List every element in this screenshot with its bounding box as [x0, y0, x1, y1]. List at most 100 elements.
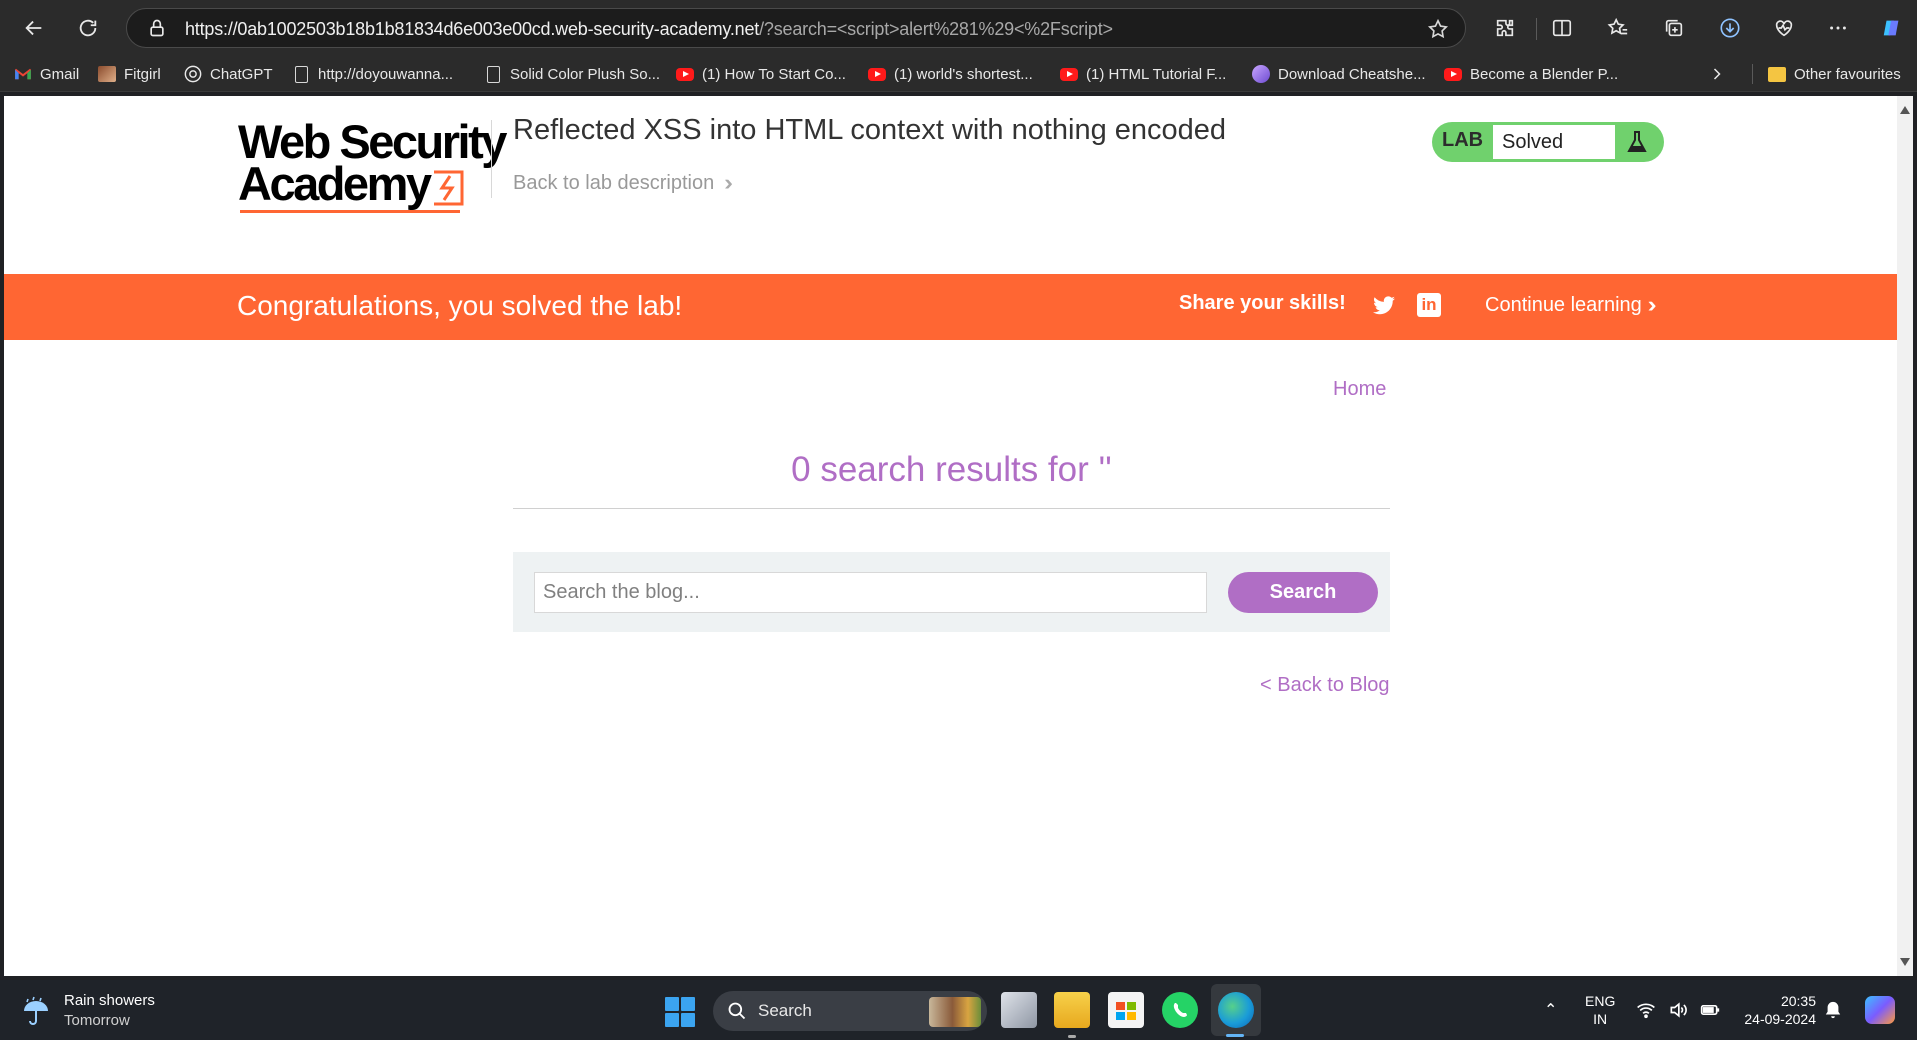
bookmark-blender[interactable]: Become a Blender P... [1444, 64, 1618, 84]
whatsapp-icon[interactable] [1162, 992, 1198, 1028]
home-link[interactable]: Home [1333, 378, 1386, 401]
chatgpt-icon [184, 65, 202, 83]
youtube-icon [1060, 66, 1078, 82]
logo-line-2: Academy [238, 157, 432, 210]
language-code: ENG [1585, 993, 1616, 1009]
page-scrollbar[interactable] [1897, 96, 1913, 976]
collections-icon[interactable] [1656, 10, 1692, 46]
scroll-up-arrow-icon[interactable] [1900, 106, 1910, 114]
flask-icon [1627, 131, 1647, 152]
logo-underline [240, 210, 460, 213]
browser-essentials-icon[interactable] [1766, 10, 1802, 46]
search-input[interactable] [534, 572, 1207, 613]
page-icon [292, 65, 310, 83]
folder-icon [1768, 66, 1786, 82]
twitter-icon[interactable] [1371, 294, 1397, 318]
show-hidden-icons-chevron-icon[interactable]: ⌃ [1544, 1000, 1557, 1020]
url-text[interactable]: https://0ab1002503b18b1b81834d6e003e00cd… [185, 19, 1113, 40]
scroll-down-arrow-icon[interactable] [1900, 958, 1910, 966]
bookmark-label: Gmail [40, 65, 80, 83]
weather-subtitle: Tomorrow [64, 1012, 130, 1029]
copilot-taskbar-icon[interactable] [1865, 996, 1895, 1024]
search-highlight-image [929, 997, 981, 1027]
search-button[interactable]: Search [1228, 572, 1378, 613]
bookmark-other-favourites[interactable]: Other favourites [1768, 64, 1901, 84]
bookmark-worlds-shortest[interactable]: (1) world's shortest... [868, 64, 1033, 84]
congratulations-message: Congratulations, you solved the lab! [237, 290, 683, 321]
notification-bell-icon[interactable] [1824, 1000, 1842, 1020]
copilot-icon[interactable] [1874, 10, 1910, 46]
search-form: Search [513, 552, 1390, 632]
double-chevron-icon: ›› [1647, 292, 1656, 317]
back-to-blog-link[interactable]: < Back to Blog [1260, 674, 1390, 697]
clock-date: 24-09-2024 [1744, 1011, 1816, 1027]
volume-icon [1670, 1002, 1687, 1018]
bookmark-fitgirl[interactable]: Fitgirl [98, 64, 161, 84]
microsoft-store-icon[interactable] [1108, 992, 1144, 1028]
search-icon [728, 1002, 746, 1020]
bookmark-label: Fitgirl [124, 65, 161, 83]
weather-title: Rain showers [64, 992, 155, 1009]
fitgirl-icon [98, 66, 116, 82]
clock-time: 20:35 [1780, 993, 1816, 1009]
linkedin-icon[interactable]: in [1417, 293, 1441, 317]
back-to-lab-description-label: Back to lab description [513, 171, 715, 194]
more-options-icon[interactable] [1820, 10, 1856, 46]
browser-toolbar: https://0ab1002503b18b1b81834d6e003e00cd… [0, 0, 1917, 56]
taskbar-search-label: Search [758, 1001, 812, 1020]
search-results-heading: 0 search results for '' [791, 450, 1112, 489]
windows-taskbar: Rain showers Tomorrow Search ⌃ ENG IN 20… [0, 980, 1917, 1040]
bookmark-label: Other favourites [1794, 65, 1901, 83]
bookmark-doyouwanna[interactable]: http://doyouwanna... [292, 64, 453, 84]
system-tray[interactable] [1636, 1000, 1720, 1020]
double-chevron-icon: ›› [724, 170, 732, 195]
gmail-icon [14, 66, 32, 82]
address-bar[interactable]: https://0ab1002503b18b1b81834d6e003e00cd… [126, 8, 1466, 48]
bookmark-gmail[interactable]: Gmail [14, 64, 79, 84]
back-arrow-icon[interactable] [16, 10, 52, 46]
bookmark-label: Solid Color Plush So... [510, 65, 661, 83]
bookmark-label: (1) HTML Tutorial F... [1086, 65, 1227, 83]
lock-icon[interactable] [147, 18, 167, 38]
page-viewport: Web Security Academy Reflected XSS into … [4, 96, 1897, 976]
back-to-lab-description-link[interactable]: Back to lab description ›› [513, 170, 732, 196]
language-indicator[interactable]: ENG IN [1585, 992, 1615, 1028]
url-query: /?search=<script>alert%281%29<%2Fscript> [759, 19, 1113, 39]
lab-status-text: Solved [1492, 124, 1616, 160]
lab-title: Reflected XSS into HTML context with not… [513, 114, 1227, 146]
extensions-icon[interactable] [1487, 10, 1523, 46]
share-your-skills-label: Share your skills! [1179, 292, 1346, 314]
downloads-icon[interactable] [1712, 10, 1748, 46]
microsoft-edge-icon[interactable] [1218, 992, 1254, 1028]
page-icon [484, 65, 502, 83]
file-explorer-icon[interactable] [1054, 992, 1090, 1028]
rain-umbrella-icon [24, 996, 48, 1025]
results-divider [513, 508, 1390, 509]
refresh-icon[interactable] [70, 10, 106, 46]
bookmark-solid-color-plush[interactable]: Solid Color Plush So... [484, 64, 660, 84]
task-view-icon[interactable] [1001, 992, 1037, 1028]
favorite-star-icon[interactable] [1427, 18, 1449, 40]
lab-status-widget: LAB Solved [1432, 122, 1664, 162]
continue-learning-link[interactable]: Continue learning ›› [1485, 292, 1656, 318]
bookmarks-overflow-chevron-icon[interactable] [1712, 64, 1722, 84]
bookmark-label: (1) world's shortest... [894, 65, 1033, 83]
congratulations-banner: Congratulations, you solved the lab! Sha… [4, 274, 1897, 340]
battery-icon [1700, 1005, 1720, 1015]
web-security-academy-logo[interactable]: Web Security Academy [238, 118, 507, 218]
bookmark-label: Become a Blender P... [1470, 65, 1619, 83]
windows-start-icon[interactable] [665, 997, 695, 1027]
avatar-icon [1252, 65, 1270, 83]
clock[interactable]: 20:35 24-09-2024 [1736, 992, 1816, 1028]
split-screen-icon[interactable] [1544, 10, 1580, 46]
bookmark-how-to-start[interactable]: (1) How To Start Co... [676, 64, 846, 84]
weather-widget[interactable]: Rain showers Tomorrow [20, 991, 155, 1031]
youtube-icon [676, 66, 694, 82]
bookmarks-bar: Gmail Fitgirl ChatGPT http://doyouwanna.… [0, 56, 1917, 92]
bookmark-chatgpt[interactable]: ChatGPT [184, 64, 273, 84]
favorites-icon[interactable] [1600, 10, 1636, 46]
url-host: https://0ab1002503b18b1b81834d6e003e00cd… [185, 19, 760, 39]
taskbar-search[interactable]: Search [713, 991, 987, 1031]
bookmark-html-tutorial[interactable]: (1) HTML Tutorial F... [1060, 64, 1226, 84]
bookmark-download-cheatsheet[interactable]: Download Cheatshe... [1252, 64, 1426, 84]
